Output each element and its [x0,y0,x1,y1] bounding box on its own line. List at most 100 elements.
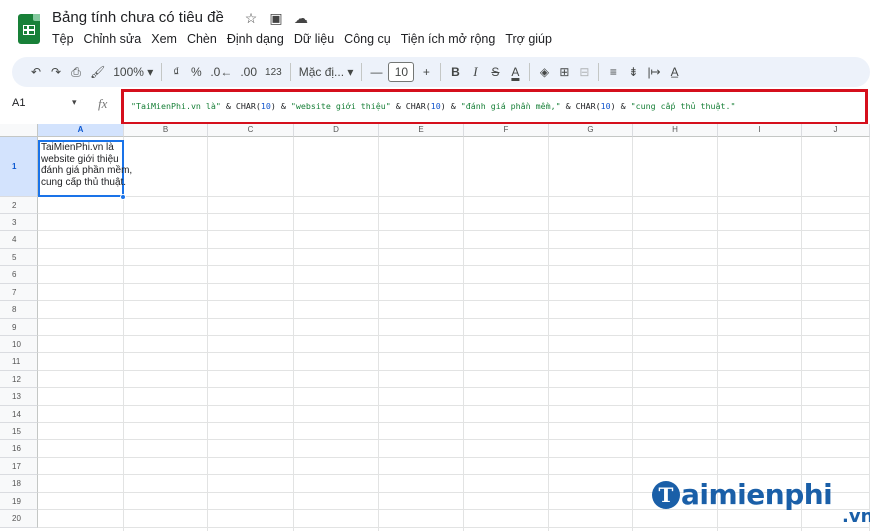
decrease-font-size-button[interactable]: — [366,61,386,83]
column-header-h[interactable]: H [633,124,718,137]
column-header-g[interactable]: G [549,124,633,137]
row-header-19[interactable]: 19 [0,493,38,510]
row-header-17[interactable]: 17 [0,458,38,475]
toolbar-divider [361,63,363,81]
name-box[interactable]: A1 [12,97,72,109]
row-header-1[interactable]: 1 [0,137,38,197]
grid-line [38,300,870,301]
menu-insert[interactable]: Chèn [187,32,217,46]
formula-token: "cung cấp thủ thuật." [630,101,736,111]
column-header-i[interactable]: I [718,124,802,137]
percent-format-button[interactable]: % [186,61,206,83]
menu-file[interactable]: Tệp [52,32,74,46]
column-header-d[interactable]: D [294,124,379,137]
folder-move-icon[interactable]: ▣ [268,10,284,27]
undo-icon[interactable]: ↶ [26,61,46,83]
column-header-j[interactable]: J [802,124,870,137]
grid-line [38,283,870,284]
row-header-12[interactable]: 12 [0,371,38,388]
select-all-corner[interactable] [0,124,38,137]
row-header-8[interactable]: 8 [0,301,38,319]
grid-line [38,387,870,388]
grid-line [38,439,870,440]
formula-token: "website giới thiệu" [290,101,391,111]
increase-font-size-button[interactable]: + [416,61,436,83]
strikethrough-button[interactable]: S [485,61,505,83]
menu-data[interactable]: Dữ liệu [294,32,334,46]
row-header-10[interactable]: 10 [0,336,38,353]
toolbar: ↶ ↷ ⎙ 🖌 100% ▾ ₫ % .0← .00 123 Mặc đị...… [12,57,870,87]
currency-format-button[interactable]: ₫ [166,61,186,83]
toolbar-divider [289,63,291,81]
text-color-button[interactable]: A [505,61,525,83]
borders-icon[interactable]: ⊞ [554,61,574,83]
fill-handle[interactable] [120,194,126,200]
row-header-5[interactable]: 5 [0,249,38,266]
row-header-6[interactable]: 6 [0,266,38,284]
star-icon[interactable]: ☆ [243,10,259,27]
formula-token: & CHAR( [390,101,431,111]
menu-edit[interactable]: Chỉnh sửa [84,32,142,46]
grid-line [38,422,870,423]
bold-button[interactable]: B [445,61,465,83]
row-header-11[interactable]: 11 [0,353,38,371]
row-header-7[interactable]: 7 [0,284,38,301]
menu-bar: Tệp Chỉnh sửa Xem Chèn Định dạng Dữ liệu… [52,32,552,46]
row-header-14[interactable]: 14 [0,406,38,423]
number-format-button[interactable]: 123 [261,61,286,83]
column-header-a[interactable]: A [38,124,124,137]
paint-format-icon[interactable]: 🖌 [86,61,109,83]
grid-line [38,318,870,319]
row-header-18[interactable]: 18 [0,475,38,493]
chevron-down-icon: ▾ [147,65,154,79]
row-header-2[interactable]: 2 [0,197,38,214]
taimienphi-watermark: T aimienphi .vn [652,478,870,527]
grid-line [38,213,870,214]
row-header-4[interactable]: 4 [0,231,38,249]
grid-line [38,335,870,336]
row-header-15[interactable]: 15 [0,423,38,440]
horizontal-align-icon[interactable]: ≡ [603,61,623,83]
document-title[interactable]: Bảng tính chưa có tiêu đề [52,9,224,26]
grid-line [38,474,870,475]
fill-color-icon[interactable]: ◈ [534,61,554,83]
italic-button[interactable]: I [465,61,485,83]
menu-extensions[interactable]: Tiện ích mở rộng [401,32,496,46]
menu-help[interactable]: Trợ giúp [505,32,552,46]
increase-decimal-button[interactable]: .00 [236,61,261,83]
redo-icon[interactable]: ↷ [46,61,66,83]
grid-line [38,527,870,528]
zoom-select[interactable]: 100% ▾ [109,61,157,83]
column-header-b[interactable]: B [124,124,208,137]
grid-line [38,457,870,458]
text-wrap-icon[interactable]: |↦ [643,61,664,83]
formula-input[interactable]: "TaiMienPhi.vn là" & CHAR(10) & "website… [131,101,736,111]
formula-token: 10 [430,101,441,111]
grid-line [38,230,870,231]
font-family-select[interactable]: Mặc đị... ▾ [295,61,358,83]
font-size-input[interactable]: 10 [388,62,415,82]
merge-cells-icon[interactable]: ⊟ [574,61,594,83]
toolbar-divider [440,63,442,81]
column-header-c[interactable]: C [208,124,294,137]
text-rotation-icon[interactable]: A̲ [665,61,685,83]
column-header-f[interactable]: F [464,124,549,137]
grid-line [38,405,870,406]
decrease-decimal-button[interactable]: .0← [206,61,236,83]
sheets-logo-icon[interactable] [18,14,40,44]
formula-token: & CHAR( [220,101,261,111]
menu-format[interactable]: Định dạng [227,32,284,46]
menu-tools[interactable]: Công cụ [344,32,391,46]
print-icon[interactable]: ⎙ [66,61,86,83]
formula-token: ) & [610,101,631,111]
column-header-e[interactable]: E [379,124,464,137]
row-header-3[interactable]: 3 [0,214,38,231]
row-header-20[interactable]: 20 [0,510,38,528]
vertical-align-icon[interactable]: ⇟ [623,61,643,83]
cloud-status-icon[interactable]: ☁ [293,10,309,27]
row-header-9[interactable]: 9 [0,319,38,336]
menu-view[interactable]: Xem [151,32,177,46]
chevron-down-icon[interactable]: ▾ [72,97,77,108]
row-header-16[interactable]: 16 [0,440,38,458]
row-header-13[interactable]: 13 [0,388,38,406]
